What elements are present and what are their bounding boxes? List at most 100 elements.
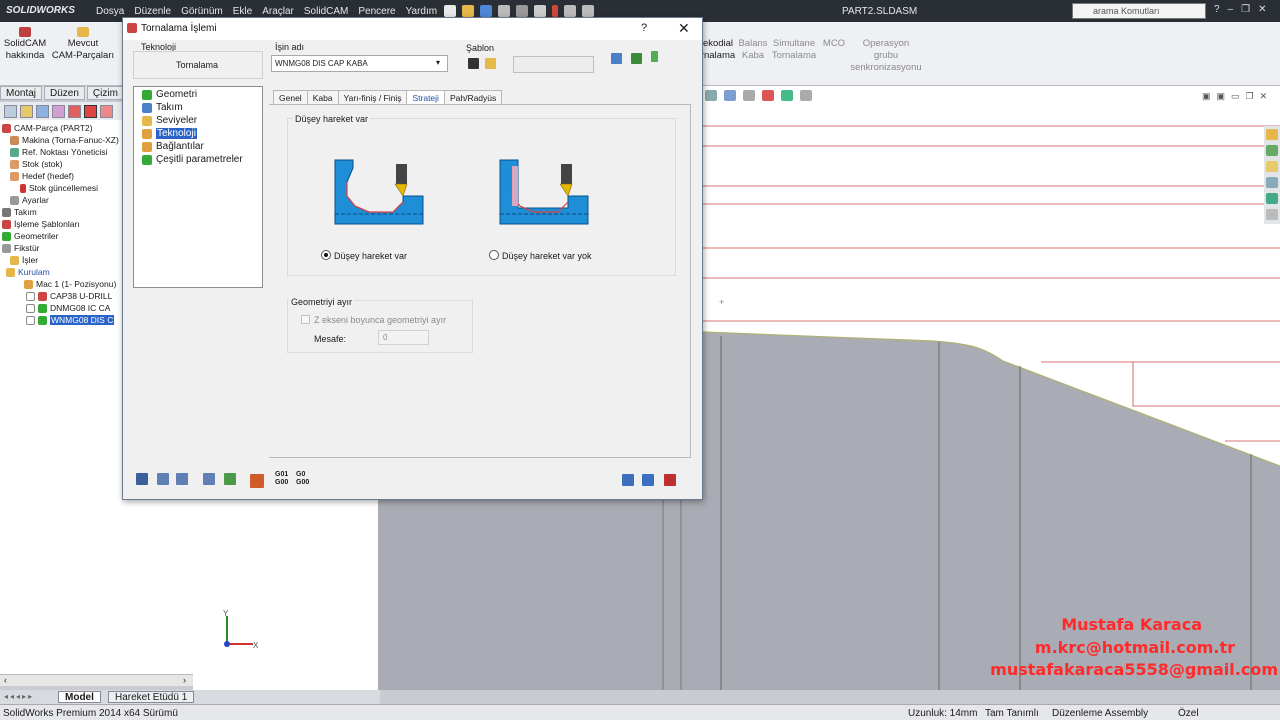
display-manager-icon[interactable] (68, 105, 81, 118)
menu-pencere[interactable]: Pencere (358, 6, 395, 17)
tree-item-geometries[interactable]: Geometriler (2, 231, 58, 241)
file-properties-icon[interactable] (564, 5, 576, 17)
close-window-icon[interactable]: ✕ (1258, 4, 1266, 15)
viewport-minimize-icon[interactable]: ▭ (1231, 91, 1240, 102)
menu-araclar[interactable]: Araçlar (262, 6, 294, 17)
template-field[interactable] (513, 56, 594, 73)
calculate-bottom-icon[interactable] (642, 474, 654, 486)
job-name-combobox[interactable]: WNMG08 DIS CAP KABA ▾ (271, 55, 448, 72)
simulate-icon[interactable] (651, 51, 658, 62)
save-calculate-icon[interactable] (176, 473, 188, 485)
scroll-left-icon[interactable]: ‹ (4, 675, 7, 685)
dialog-title-bar[interactable]: Tornalama İşlemi ? ✕ (123, 18, 702, 40)
tab-strategy[interactable]: Strateji (406, 90, 445, 104)
tree-item-templates[interactable]: İşleme Şablonları (2, 219, 80, 229)
chevron-down-icon[interactable]: ▾ (436, 58, 440, 67)
turning-cycle-button[interactable]: ekodial rnalama (700, 22, 736, 62)
param-tree-tool[interactable]: Takım (142, 102, 183, 113)
tree-item-stock[interactable]: Stok (stok) (10, 159, 63, 169)
tab-semi-finish[interactable]: Yarı-finiş / Finiş (337, 90, 408, 104)
tree-item-settings[interactable]: Ayarlar (10, 195, 49, 205)
exit-icon[interactable] (664, 474, 676, 486)
open-template-icon[interactable] (485, 58, 496, 69)
status-units[interactable]: Özel (1178, 708, 1199, 719)
save-exit-icon[interactable] (203, 473, 215, 485)
file-explorer-icon[interactable] (1266, 161, 1278, 172)
menu-duzenle[interactable]: Düzenle (134, 6, 171, 17)
menu-yardim[interactable]: Yardım (406, 6, 438, 17)
view-settings-icon[interactable] (800, 90, 812, 101)
viewport-split-icon[interactable]: ▣ (1217, 91, 1226, 102)
tree-item-target[interactable]: Hedef (hedef) (10, 171, 74, 181)
calculate-icon[interactable] (631, 53, 642, 64)
calculate-exit-icon[interactable] (224, 473, 236, 485)
menu-ekle[interactable]: Ekle (233, 6, 252, 17)
options-icon[interactable] (582, 5, 594, 17)
new-file-icon[interactable] (444, 5, 456, 17)
info-icon[interactable] (611, 53, 622, 64)
dialog-close-button[interactable]: ✕ (678, 20, 690, 37)
cam-tree-icon[interactable] (100, 105, 113, 118)
custom-properties-icon[interactable] (1266, 209, 1278, 220)
minimize-icon[interactable]: – (1228, 4, 1234, 15)
tree-item-cam-part[interactable]: CAM-Parça (PART2) (2, 123, 93, 133)
mco-button[interactable]: MCO (820, 22, 848, 50)
tree-item-tool[interactable]: Takım (2, 207, 37, 217)
checkbox-checked-icon[interactable] (26, 315, 35, 325)
tree-item-machine[interactable]: Makina (Torna-Fanuc-XZ) (10, 135, 119, 145)
tab-cizim[interactable]: Çizim (86, 86, 124, 100)
param-tree-misc[interactable]: Çeşitli parametreler (142, 154, 243, 165)
save-calculate-bottom-icon[interactable] (622, 474, 634, 486)
tree-item-fixture[interactable]: Fikstür (2, 243, 40, 253)
tree-item-op-dnmg[interactable]: DNMG08 IC CA (26, 303, 110, 313)
vertical-move-yes-radio[interactable] (321, 250, 331, 260)
tree-horizontal-scrollbar[interactable]: ‹ › (0, 674, 193, 686)
appearances-icon[interactable] (1266, 193, 1278, 204)
view-palette-icon[interactable] (1266, 177, 1278, 188)
undo-icon[interactable] (516, 5, 528, 17)
select-arrow-icon[interactable] (534, 5, 546, 17)
menu-gorunum[interactable]: Görünüm (181, 6, 223, 17)
dimxpert-icon[interactable] (52, 105, 65, 118)
scene-icon[interactable] (781, 90, 793, 101)
save-icon[interactable] (136, 473, 148, 485)
checkbox-icon[interactable] (26, 303, 35, 313)
tree-item-op-udrill[interactable]: CAP38 U-DRILL (26, 291, 112, 301)
checkbox-icon[interactable] (26, 291, 35, 301)
save-template-icon[interactable] (468, 58, 479, 69)
existing-cam-parts-button[interactable]: Mevcut CAM-Parçaları (50, 22, 116, 62)
tab-scroll-arrows-icon[interactable]: ◂◂◂▸▸ (4, 692, 34, 701)
split-along-z-checkbox[interactable] (301, 315, 310, 324)
appearance-icon[interactable] (762, 90, 774, 101)
tab-rough[interactable]: Kaba (306, 90, 339, 104)
tree-item-operations[interactable]: İşler (10, 255, 38, 265)
param-tree-links[interactable]: Bağlantılar (142, 141, 204, 152)
vertical-move-no-label[interactable]: Düşey hareket var yok (502, 251, 592, 261)
solidcam-about-button[interactable]: SolidCAM hakkında (3, 22, 47, 62)
tree-item-op-wnmg[interactable]: WNMG08 DIS C (26, 315, 115, 325)
home-icon[interactable] (1266, 129, 1278, 140)
configuration-manager-icon[interactable] (36, 105, 49, 118)
tree-item-stock-update[interactable]: Stok güncellemesi (20, 183, 98, 193)
search-commands-input[interactable]: arama Komutları (1072, 3, 1206, 19)
gcode-button-1[interactable]: G01 G00 (275, 471, 288, 487)
print-icon[interactable] (498, 5, 510, 17)
open-folder-icon[interactable] (462, 5, 474, 17)
design-library-icon[interactable] (1266, 145, 1278, 156)
menu-dosya[interactable]: Dosya (96, 6, 124, 17)
property-manager-icon[interactable] (20, 105, 33, 118)
view-orientation-icon[interactable] (705, 90, 717, 101)
viewport-close-icon[interactable]: ✕ (1260, 91, 1268, 102)
tab-duzen[interactable]: Düzen (44, 86, 85, 100)
tab-montaj[interactable]: Montaj (0, 86, 43, 100)
tab-motion-study[interactable]: Hareket Etüdü 1 (108, 691, 195, 703)
distance-input[interactable]: 0 (378, 330, 429, 345)
rebuild-icon[interactable] (552, 5, 558, 17)
save-icon[interactable] (480, 5, 492, 17)
viewport-restore-icon[interactable]: ❐ (1246, 91, 1254, 102)
param-tree-technology[interactable]: Teknoloji (142, 128, 197, 139)
simulation-icon[interactable] (250, 474, 264, 488)
menu-solidcam[interactable]: SolidCAM (304, 6, 348, 17)
solidcam-manager-icon[interactable] (84, 105, 97, 118)
simultaneous-turning-button[interactable]: Simultane Tornalama (770, 22, 818, 62)
